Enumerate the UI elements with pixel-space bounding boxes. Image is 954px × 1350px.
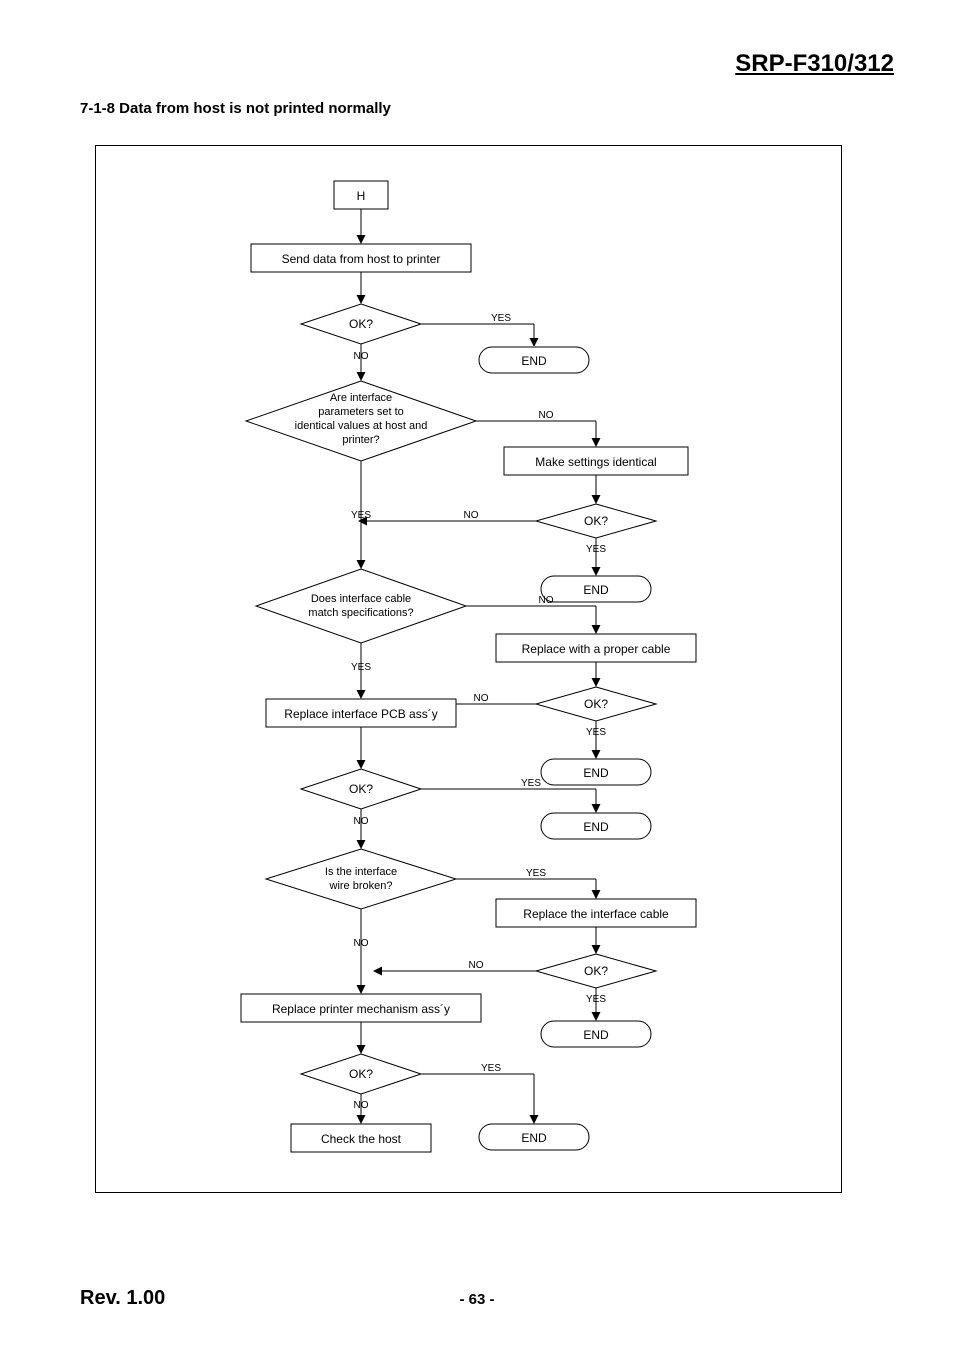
lbl-no-5: NO bbox=[469, 960, 484, 971]
lbl-yes-5: YES bbox=[526, 868, 546, 879]
node-ok4: OK? bbox=[349, 782, 373, 796]
document-title: SRP-F310/312 bbox=[735, 50, 894, 78]
node-end5: END bbox=[583, 1028, 609, 1042]
node-ok3: OK? bbox=[584, 697, 608, 711]
node-wire-l2: wire broken? bbox=[329, 880, 393, 892]
lbl-no-2b: NO bbox=[464, 510, 479, 521]
node-end2: END bbox=[583, 583, 609, 597]
node-replace-iface: Replace the interface cable bbox=[523, 907, 669, 921]
node-replace-pcb: Replace interface PCB ass´y bbox=[284, 707, 437, 721]
node-params-l2: parameters set to bbox=[318, 406, 404, 418]
node-ok5: OK? bbox=[584, 964, 608, 978]
lbl-no-2: NO bbox=[539, 410, 554, 421]
node-ok6: OK? bbox=[349, 1067, 373, 1081]
node-params-l4: printer? bbox=[342, 434, 379, 446]
node-ok2: OK? bbox=[584, 514, 608, 528]
section-heading: 7-1-8 Data from host is not printed norm… bbox=[80, 100, 391, 117]
node-replace-cable: Replace with a proper cable bbox=[522, 642, 671, 656]
node-params-l3: identical values at host and bbox=[295, 420, 428, 432]
node-end6: END bbox=[521, 1131, 547, 1145]
label-yes: YES bbox=[491, 313, 511, 324]
node-start: H bbox=[357, 189, 366, 203]
lbl-no-3b: NO bbox=[474, 693, 489, 704]
node-end3: END bbox=[583, 766, 609, 780]
node-check-host: Check the host bbox=[321, 1132, 402, 1146]
lbl-yes-4: YES bbox=[521, 778, 541, 789]
node-send: Send data from host to printer bbox=[282, 252, 441, 266]
node-end4: END bbox=[583, 820, 609, 834]
node-ok1: OK? bbox=[349, 317, 373, 331]
flowchart-svg: H Send data from host to printer OK? YES… bbox=[96, 146, 841, 1192]
node-replace-mech: Replace printer mechanism ass´y bbox=[272, 1002, 450, 1016]
node-end1b: END bbox=[521, 354, 547, 368]
node-wire-l1: Is the interface bbox=[325, 866, 397, 878]
lbl-no-3: NO bbox=[539, 595, 554, 606]
node-cable-l2: match specifications? bbox=[308, 607, 413, 619]
flowchart-frame: H Send data from host to printer OK? YES… bbox=[95, 145, 842, 1193]
node-make-identical: Make settings identical bbox=[535, 455, 656, 469]
lbl-yes-6: YES bbox=[481, 1063, 501, 1074]
node-params-l1: Are interface bbox=[330, 392, 392, 404]
node-cable-l1: Does interface cable bbox=[311, 593, 411, 605]
lbl-yes-2b: YES bbox=[351, 510, 371, 521]
lbl-yes-3b: YES bbox=[351, 662, 371, 673]
footer-page-number: - 63 - bbox=[0, 1291, 954, 1308]
